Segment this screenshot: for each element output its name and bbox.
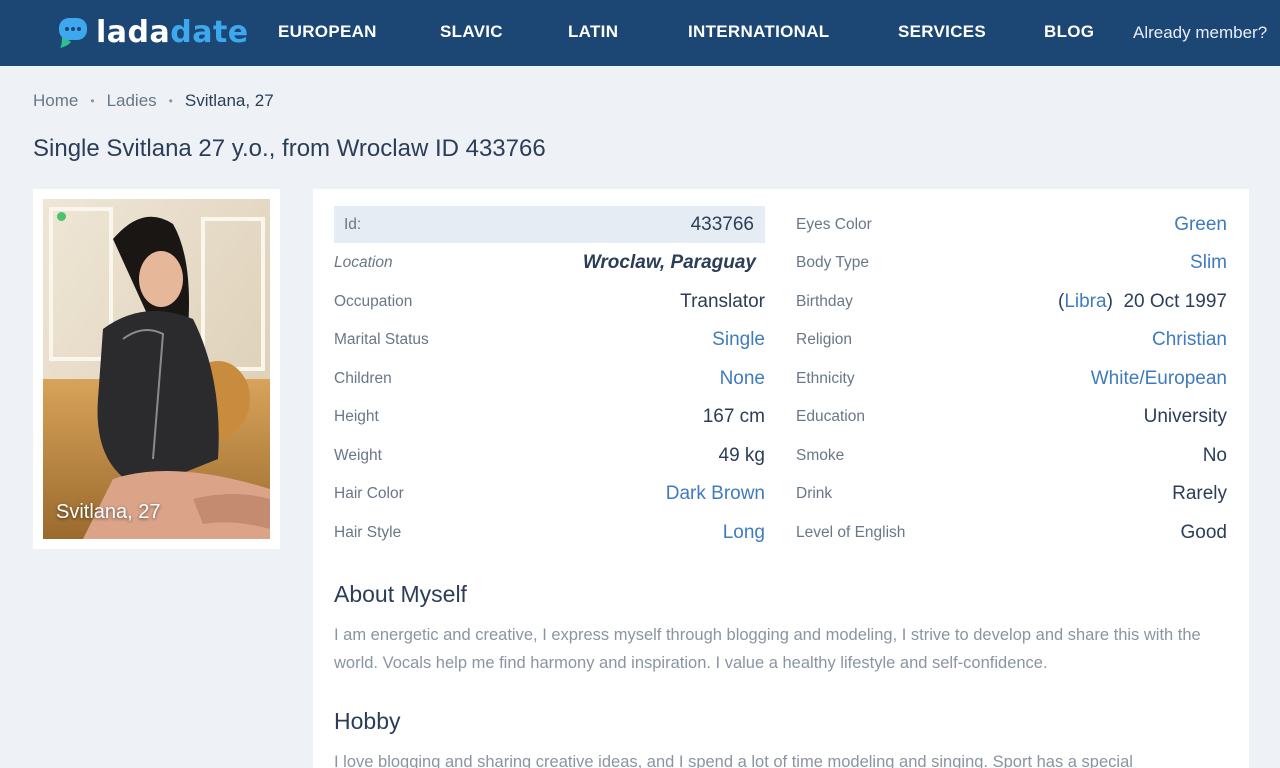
profile-label: Weight	[334, 446, 382, 464]
profile-label: Hair Style	[334, 523, 402, 541]
profile-row-ethnicity: Ethnicity White/European	[796, 360, 1227, 397]
profile-value: Rarely	[1172, 482, 1227, 504]
profile-label: Birthday	[796, 292, 853, 310]
profile-label: Religion	[796, 330, 853, 348]
breadcrumb-separator: •	[168, 94, 173, 108]
breadcrumb-ladies[interactable]: Ladies	[107, 91, 157, 111]
profile-label: Height	[334, 407, 379, 425]
profile-row-weight: Weight 49 kg	[334, 437, 765, 474]
zodiac-link[interactable]: Libra	[1064, 291, 1106, 312]
nav-services[interactable]: SERVICES	[898, 22, 986, 42]
profile-row-birthday: Birthday (Libra) 20 Oct 1997	[796, 283, 1227, 320]
birthday-value: (Libra) 20 Oct 1997	[1058, 290, 1227, 312]
about-text: I am energetic and creative, I express m…	[334, 626, 1201, 672]
profile-row-location: Location Wroclaw, Paraguay	[334, 244, 765, 281]
photo-caption: Svitlana, 27	[56, 501, 161, 523]
profile-label: Drink	[796, 484, 833, 502]
profile-row-occupation: Occupation Translator	[334, 283, 765, 320]
profile-label: Smoke	[796, 446, 845, 464]
profile-photo[interactable]: Svitlana, 27	[43, 199, 270, 539]
hobby-title: Hobby	[334, 708, 401, 734]
breadcrumb-current: Svitlana, 27	[184, 91, 274, 110]
profile-value: 433766	[690, 213, 754, 235]
profile-value: No	[1202, 444, 1227, 466]
profile-label: Hair Color	[334, 484, 404, 502]
top-navbar: ladadate EUROPEAN SLAVIC LATIN INTERNATI…	[0, 0, 1280, 66]
profile-value-link[interactable]: Green	[1174, 214, 1227, 236]
profile-value-link[interactable]: Christian	[1152, 329, 1227, 351]
profile-value: 49 kg	[718, 444, 765, 466]
profile-info-panel: Id: 433766 Location Wroclaw, Paraguay Oc…	[313, 189, 1249, 768]
already-member-link[interactable]: Already member?	[1133, 23, 1267, 43]
breadcrumb-home[interactable]: Home	[33, 91, 78, 111]
profile-row-education: Education University	[796, 398, 1227, 435]
logo-text-part2: date	[170, 14, 249, 50]
profile-value-link[interactable]: Long	[723, 522, 765, 544]
nav-latin[interactable]: LATIN	[568, 22, 618, 42]
profile-value-link[interactable]: Slim	[1190, 252, 1227, 274]
profile-label: Location	[334, 253, 393, 271]
profile-value: Translator	[680, 290, 765, 312]
site-logo[interactable]: ladadate	[56, 14, 249, 50]
about-title: About Myself	[334, 581, 467, 607]
profile-row-english-level: Level of English Good	[796, 514, 1227, 551]
nav-european[interactable]: EUROPEAN	[278, 22, 377, 42]
profile-row-eyes-color: Eyes Color Green	[796, 206, 1227, 243]
profile-value: Good	[1180, 521, 1227, 543]
breadcrumb-separator: •	[90, 94, 95, 108]
profile-label: Ethnicity	[796, 369, 855, 387]
profile-row-smoke: Smoke No	[796, 437, 1227, 474]
profile-value: University	[1143, 405, 1227, 427]
breadcrumb: Home • Ladies • Svitlana, 27	[33, 91, 274, 111]
profile-value: 167 cm	[702, 405, 765, 427]
profile-photo-card: Svitlana, 27	[33, 189, 280, 549]
profile-label: Eyes Color	[796, 215, 872, 233]
profile-label: Children	[334, 369, 392, 387]
profile-row-drink: Drink Rarely	[796, 475, 1227, 512]
profile-value-link[interactable]: Dark Brown	[666, 483, 765, 505]
logo-text-part1: lada	[96, 14, 171, 50]
hobby-text: I love blogging and sharing creative ide…	[334, 753, 1133, 768]
profile-row-religion: Religion Christian	[796, 321, 1227, 358]
profile-label: Marital Status	[334, 330, 429, 348]
profile-value: Wroclaw, Paraguay	[582, 251, 756, 273]
profile-row-hair-style: Hair Style Long	[334, 514, 765, 551]
profile-row-id: Id: 433766	[334, 206, 765, 243]
nav-international[interactable]: INTERNATIONAL	[688, 22, 829, 42]
profile-row-children: Children None	[334, 360, 765, 397]
online-status-indicator	[57, 212, 66, 221]
nav-slavic[interactable]: SLAVIC	[440, 22, 503, 42]
profile-row-hair-color: Hair Color Dark Brown	[334, 475, 765, 512]
page-title: Single Svitlana 27 y.o., from Wroclaw ID…	[33, 135, 546, 162]
birthday-date: 20 Oct 1997	[1123, 290, 1227, 312]
profile-value-link[interactable]: White/European	[1091, 368, 1227, 390]
profile-row-body-type: Body Type Slim	[796, 244, 1227, 281]
nav-blog[interactable]: BLOG	[1044, 22, 1094, 42]
profile-label: Occupation	[334, 292, 413, 310]
chat-bubble-icon	[56, 15, 90, 49]
profile-label: Id:	[344, 215, 362, 233]
profile-label: Education	[796, 407, 865, 425]
profile-row-marital-status: Marital Status Single	[334, 321, 765, 358]
profile-value-link[interactable]: Single	[712, 329, 765, 351]
profile-row-height: Height 167 cm	[334, 398, 765, 435]
profile-label: Level of English	[796, 523, 906, 541]
profile-value-link[interactable]: None	[720, 368, 765, 390]
profile-label: Body Type	[796, 253, 869, 271]
